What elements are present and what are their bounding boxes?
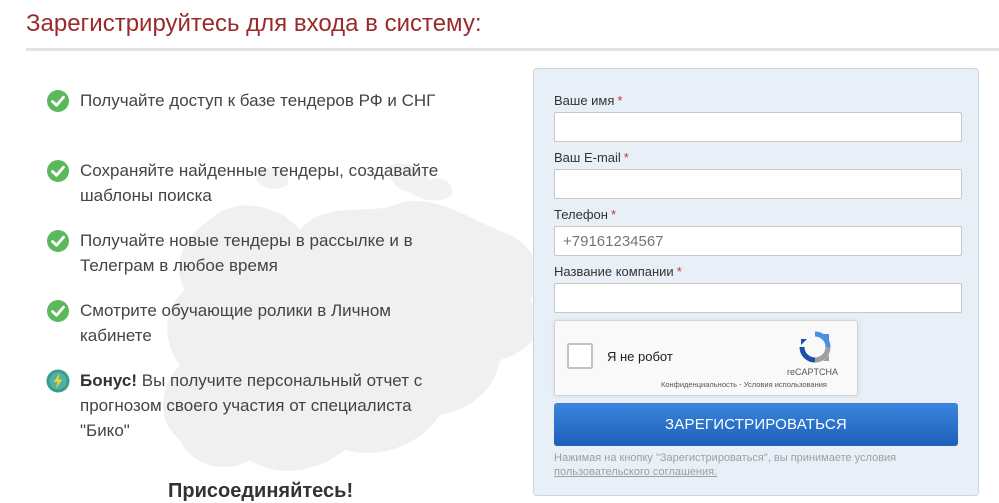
required-mark: * <box>676 264 682 279</box>
check-circle-icon <box>47 90 69 112</box>
benefit-text: Получайте доступ к базе тендеров РФ и СН… <box>80 91 436 110</box>
name-label: Ваше имя * <box>554 93 623 108</box>
benefit-text: Сохраняйте найденные тендеры, создавайте… <box>80 161 439 205</box>
check-circle-icon <box>47 230 69 252</box>
phone-label: Телефон * <box>554 207 616 222</box>
lightning-icon <box>46 369 70 393</box>
email-label: Ваш E-mail * <box>554 150 629 165</box>
benefit-text: Смотрите обучающие ролики в Личном кабин… <box>80 301 391 345</box>
recaptcha-privacy-link[interactable]: Конфиденциальность <box>661 380 737 389</box>
recaptcha-links: Конфиденциальность - Условия использован… <box>661 380 827 389</box>
recaptcha-widget: Я не робот reCAPTCHA Конфиденциальность … <box>554 320 858 396</box>
recaptcha-terms-link[interactable]: Условия использования <box>744 380 827 389</box>
join-heading: Присоединяйтесь! <box>168 480 354 502</box>
check-circle-icon <box>47 300 69 322</box>
terms-text: Нажимая на кнопку "Зарегистрироваться", … <box>554 452 897 464</box>
recaptcha-checkbox[interactable] <box>567 343 593 369</box>
name-input[interactable] <box>554 112 962 142</box>
registration-form: Ваше имя* Ваш E-mail* Телефон* Название … <box>533 68 979 496</box>
recaptcha-icon <box>799 331 831 363</box>
phone-input[interactable] <box>554 226 962 256</box>
check-circle-icon <box>47 160 69 182</box>
company-label: Название компании * <box>554 264 682 279</box>
title-divider <box>26 48 999 51</box>
email-input[interactable] <box>554 169 962 199</box>
user-agreement-link[interactable]: пользовательского соглашения. <box>554 466 717 478</box>
page-title: Зарегистрируйтесь для входа в систему: <box>26 10 482 37</box>
recaptcha-link-separator: - <box>737 380 744 389</box>
bonus-label: Бонус! <box>80 371 138 390</box>
benefit-text: Получайте новые тендеры в рассылке и в Т… <box>80 231 413 275</box>
register-button[interactable]: ЗАРЕГИСТРИРОВАТЬСЯ <box>554 403 958 446</box>
terms-notice: Нажимая на кнопку "Зарегистрироваться", … <box>554 451 958 479</box>
required-mark: * <box>617 93 623 108</box>
recaptcha-label: Я не робот <box>607 349 673 364</box>
bonus-text: Бонус! Вы получите персональный отчет с … <box>80 368 466 443</box>
required-mark: * <box>610 207 616 222</box>
company-input[interactable] <box>554 283 962 313</box>
recaptcha-brand: reCAPTCHA <box>787 367 839 377</box>
required-mark: * <box>623 150 629 165</box>
